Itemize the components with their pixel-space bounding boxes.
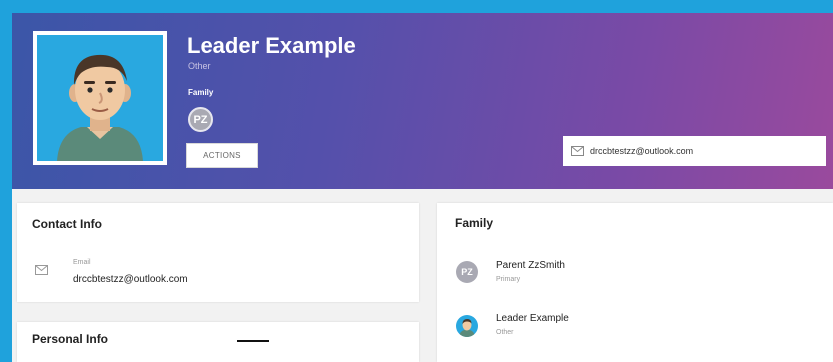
family-title: Family bbox=[455, 216, 494, 230]
personal-info-title: Personal Info bbox=[32, 332, 109, 346]
family-member-name[interactable]: Leader Example bbox=[496, 313, 569, 324]
divider-line bbox=[237, 340, 269, 342]
email-field-label: Email bbox=[73, 259, 91, 266]
family-member-relation: Other bbox=[496, 329, 514, 336]
profile-role: Other bbox=[188, 61, 211, 71]
family-member-chip[interactable]: PZ bbox=[188, 107, 213, 132]
email-field-value[interactable]: drccbtestzz@outlook.com bbox=[73, 274, 188, 285]
avatar-illustration bbox=[37, 35, 163, 161]
actions-button[interactable]: ACTIONS bbox=[186, 143, 258, 168]
family-member-avatar[interactable] bbox=[456, 315, 478, 337]
left-frame-bar bbox=[0, 0, 12, 362]
family-member-relation: Primary bbox=[496, 276, 521, 283]
contact-info-title: Contact Info bbox=[32, 217, 102, 231]
person-avatar-icon bbox=[57, 54, 143, 161]
mail-icon bbox=[35, 265, 48, 275]
header-email-text: drccbtestzz@outlook.com bbox=[590, 146, 694, 156]
mail-icon bbox=[571, 146, 584, 156]
person-avatar-icon bbox=[459, 319, 475, 337]
contact-info-card: Contact Info Email drccbtestzz@outlook.c… bbox=[17, 203, 419, 302]
header-email-chip[interactable]: drccbtestzz@outlook.com bbox=[563, 136, 826, 166]
family-heading-label: Family bbox=[188, 88, 214, 97]
personal-info-card: Personal Info bbox=[17, 322, 419, 362]
top-frame-bar bbox=[0, 0, 833, 13]
profile-name: Leader Example bbox=[187, 33, 356, 58]
family-member-avatar[interactable]: PZ bbox=[456, 261, 478, 283]
profile-avatar[interactable] bbox=[33, 31, 167, 165]
family-card: Family PZ Parent ZzSmith Primary Leader … bbox=[437, 203, 833, 362]
family-member-name[interactable]: Parent ZzSmith bbox=[496, 260, 565, 271]
